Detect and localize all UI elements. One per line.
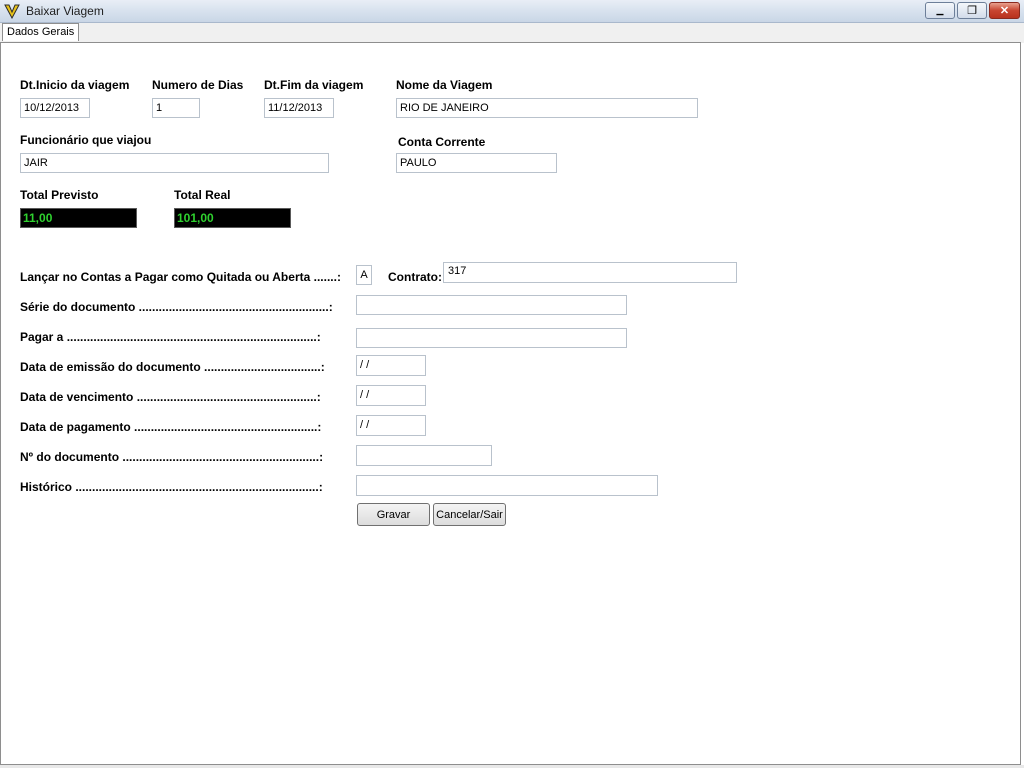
payment-date-field[interactable]: / / xyxy=(356,415,426,436)
end-date-field[interactable]: 11/12/2013 xyxy=(264,98,334,118)
total-expected-label: Total Previsto xyxy=(20,188,99,202)
window-title: Baixar Viagem xyxy=(26,4,104,18)
history-label: Histórico ..............................… xyxy=(20,480,323,494)
launch-type-field[interactable]: A xyxy=(356,265,372,285)
employee-field[interactable]: JAIR xyxy=(20,153,329,173)
title-bar[interactable] xyxy=(0,0,1024,23)
pay-to-label: Pagar a ................................… xyxy=(20,330,321,344)
total-expected-field: 11,00 xyxy=(20,208,137,228)
minimize-button[interactable]: ▁ xyxy=(925,2,955,19)
trip-name-field[interactable]: RIO DE JANEIRO xyxy=(396,98,698,118)
start-date-label: Dt.Inicio da viagem xyxy=(20,78,130,92)
days-label: Numero de Dias xyxy=(152,78,244,92)
payment-date-label: Data de pagamento ......................… xyxy=(20,420,322,434)
issue-date-label: Data de emissão do documento ...........… xyxy=(20,360,325,374)
minimize-icon: ▁ xyxy=(936,5,944,15)
tab-dados-gerais[interactable]: Dados Gerais xyxy=(2,23,80,41)
employee-label: Funcionário que viajou xyxy=(20,133,152,147)
history-field[interactable] xyxy=(356,475,658,496)
maximize-button[interactable]: ❐ xyxy=(957,2,987,19)
series-label: Série do documento .....................… xyxy=(20,300,333,314)
close-icon: ✕ xyxy=(999,5,1010,17)
contract-label: Contrato: xyxy=(388,270,442,284)
tab-strip xyxy=(0,23,1024,43)
due-date-field[interactable]: / / xyxy=(356,385,426,406)
total-real-label: Total Real xyxy=(174,188,231,202)
launch-type-label: Lançar no Contas a Pagar como Quitada ou… xyxy=(20,270,341,284)
app-logo-icon xyxy=(4,3,20,20)
restore-icon: ❐ xyxy=(967,5,977,17)
account-label: Conta Corrente xyxy=(398,135,486,149)
doc-number-field[interactable] xyxy=(356,445,492,466)
end-date-label: Dt.Fim da viagem xyxy=(264,78,364,92)
due-date-label: Data de vencimento .....................… xyxy=(20,390,321,404)
series-field[interactable] xyxy=(356,295,627,315)
close-button[interactable]: ✕ xyxy=(989,2,1020,19)
days-field[interactable]: 1 xyxy=(152,98,200,118)
cancel-exit-button[interactable]: Cancelar/Sair xyxy=(433,503,506,526)
doc-number-label: Nº do documento ........................… xyxy=(20,450,324,464)
total-real-field: 101,00 xyxy=(174,208,291,228)
save-button[interactable]: Gravar xyxy=(357,503,430,526)
trip-name-label: Nome da Viagem xyxy=(396,78,493,92)
contract-field[interactable]: 317 xyxy=(443,262,737,283)
account-field[interactable]: PAULO xyxy=(396,153,557,173)
pay-to-field[interactable] xyxy=(356,328,627,348)
start-date-field[interactable]: 10/12/2013 xyxy=(20,98,90,118)
issue-date-field[interactable]: / / xyxy=(356,355,426,376)
